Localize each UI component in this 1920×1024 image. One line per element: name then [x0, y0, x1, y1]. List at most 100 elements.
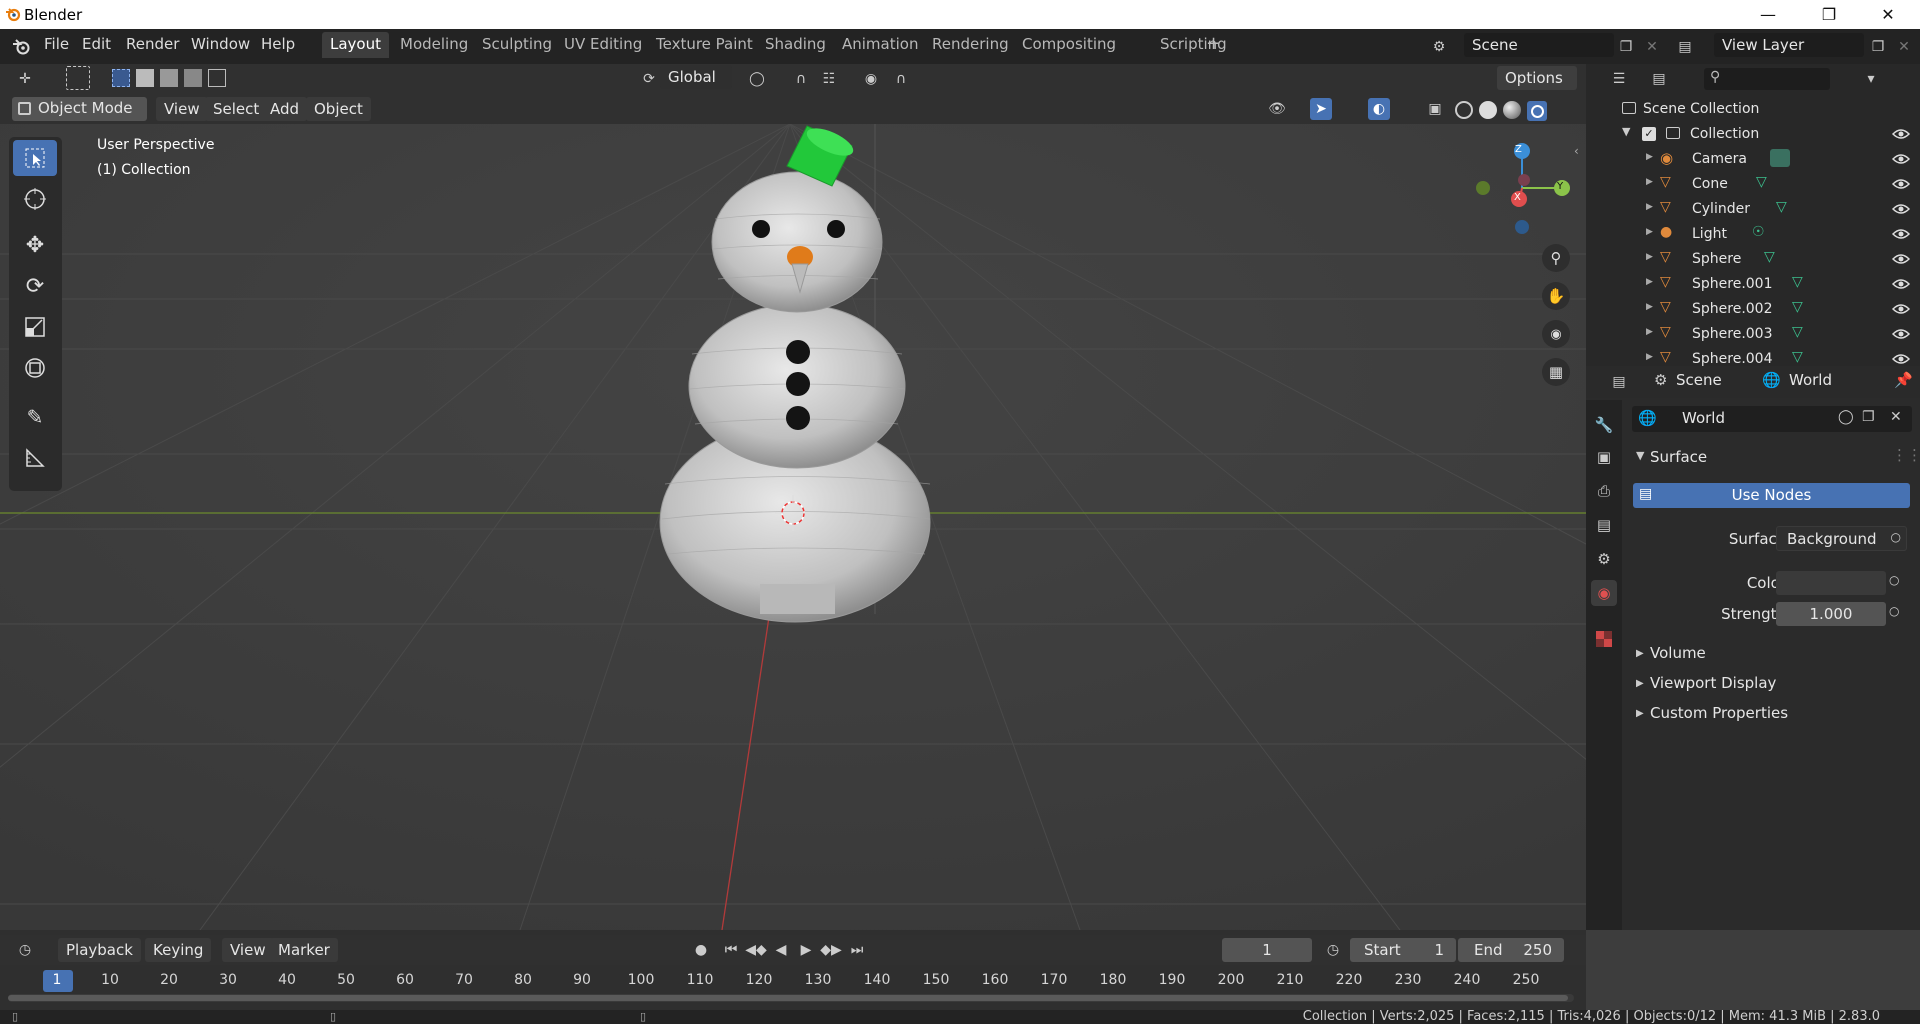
prev-keyframe-icon[interactable]: ◀◆	[745, 939, 767, 961]
scene-tab-icon[interactable]: ⚙	[1591, 546, 1617, 572]
select-mode-new-icon[interactable]	[112, 69, 130, 87]
material-shading-icon[interactable]	[1503, 101, 1521, 119]
breadcrumb-scene[interactable]: Scene	[1676, 371, 1722, 389]
view-layer-icon[interactable]: ▤	[1674, 36, 1696, 58]
collapse-arrow-icon[interactable]: ▼	[1622, 125, 1630, 138]
color-link-icon[interactable]: ○	[1889, 573, 1899, 587]
tab-sculpting[interactable]: Sculpting	[474, 32, 560, 58]
wireframe-shading-icon[interactable]	[1455, 101, 1473, 119]
eye-icon[interactable]	[1892, 326, 1910, 342]
surface-panel-header[interactable]: Surface	[1650, 448, 1707, 466]
proportional-falloff-icon[interactable]: ∩	[890, 68, 912, 90]
cursor-tool-icon[interactable]	[13, 181, 57, 217]
tab-uv-editing[interactable]: UV Editing	[556, 32, 650, 58]
start-frame-field[interactable]: Start 1	[1350, 938, 1456, 962]
world-browse-icon[interactable]: 🌐	[1638, 409, 1657, 427]
outliner-item-cylinder[interactable]: ▶ ▽ Cylinder ▽	[1586, 197, 1920, 222]
camera-view-icon[interactable]: ◉	[1542, 320, 1570, 348]
play-icon[interactable]: ▶	[795, 939, 817, 961]
background-color-swatch[interactable]	[1776, 571, 1886, 595]
unlink-world-icon[interactable]: ✕	[1890, 409, 1902, 425]
menu-render[interactable]: Render	[126, 35, 179, 53]
transform-orientation-dropdown[interactable]: Global	[660, 65, 732, 89]
world-tab-icon[interactable]: ◉	[1591, 580, 1617, 606]
scene-browse-icon[interactable]: ⚙	[1428, 36, 1450, 58]
solid-shading-icon[interactable]	[1479, 101, 1497, 119]
rotate-tool-icon[interactable]: ⟳	[13, 268, 57, 304]
ortho-grid-icon[interactable]: ▦	[1542, 358, 1570, 386]
expand-arrow-icon[interactable]: ▶	[1646, 277, 1653, 287]
tab-modeling[interactable]: Modeling	[392, 32, 476, 58]
outliner-item-sphere-003[interactable]: ▶ ▽ Sphere.003 ▽	[1586, 322, 1920, 347]
measure-tool-icon[interactable]	[13, 440, 57, 476]
eye-icon[interactable]	[1892, 301, 1910, 317]
expand-arrow-icon[interactable]: ▶	[1646, 177, 1653, 187]
use-nodes-button[interactable]: ▤ Use Nodes	[1633, 483, 1910, 508]
outliner-item-sphere-001[interactable]: ▶ ▽ Sphere.001 ▽	[1586, 272, 1920, 297]
blender-menu-icon[interactable]	[12, 38, 32, 56]
delete-view-layer-icon[interactable]: ✕	[1893, 36, 1915, 58]
expand-arrow-icon[interactable]: ▶	[1646, 352, 1653, 362]
pin-icon[interactable]: 📌	[1894, 371, 1913, 389]
expand-arrow-icon[interactable]: ▶	[1646, 252, 1653, 262]
viewport-menu-add[interactable]: Add	[262, 97, 308, 121]
outliner-item-light[interactable]: ▶ ● Light ☉	[1586, 222, 1920, 247]
next-keyframe-icon[interactable]: ◆▶	[820, 939, 842, 961]
3d-viewport[interactable]: Z Y X User Perspective (1) Collection ⚲ …	[0, 124, 1586, 930]
snap-target-icon[interactable]: ☷	[818, 68, 840, 90]
timeline-menu-view[interactable]: View	[222, 938, 274, 962]
sidebar-toggle-icon[interactable]: ‹	[1574, 144, 1579, 158]
volume-panel-arrow-icon[interactable]: ▶	[1636, 648, 1644, 659]
duplicate-world-icon[interactable]: ❐	[1862, 409, 1875, 425]
eye-icon[interactable]	[1892, 226, 1910, 242]
preview-range-icon[interactable]: ◷	[1322, 939, 1344, 961]
viewport-display-panel-header[interactable]: Viewport Display	[1650, 674, 1776, 692]
surface-panel-arrow-icon[interactable]: ▼	[1636, 449, 1644, 462]
add-workspace-button[interactable]: +	[1198, 30, 1229, 56]
timeline-menu-playback[interactable]: Playback	[58, 938, 141, 962]
select-tool-icon[interactable]	[13, 140, 57, 176]
select-box-tool-icon[interactable]	[66, 66, 90, 90]
minimize-button[interactable]: —	[1740, 0, 1796, 29]
expand-arrow-icon[interactable]: ▶	[1646, 152, 1653, 162]
render-tab-icon[interactable]: ▣	[1591, 444, 1617, 470]
viewport-menu-view[interactable]: View	[156, 97, 208, 121]
tab-texture-paint[interactable]: Texture Paint	[648, 32, 761, 58]
texture-tab-icon[interactable]	[1591, 626, 1617, 652]
viewport-display-panel-arrow-icon[interactable]: ▶	[1636, 678, 1644, 689]
eye-icon[interactable]	[1892, 351, 1910, 366]
world-datablock[interactable]: 🌐 World ◯ ❐ ✕	[1632, 406, 1912, 432]
select-mode-invert-icon[interactable]	[184, 69, 202, 87]
rendered-shading-icon[interactable]	[1527, 101, 1547, 121]
eye-icon[interactable]	[1892, 151, 1910, 167]
current-frame-field[interactable]: 1	[1222, 938, 1312, 962]
tab-shading[interactable]: Shading	[757, 32, 834, 58]
scale-tool-icon[interactable]	[13, 309, 57, 345]
restore-button[interactable]: ❐	[1801, 0, 1857, 29]
expand-arrow-icon[interactable]: ▶	[1646, 302, 1653, 312]
outliner-scene-collection[interactable]: Scene Collection	[1586, 97, 1920, 122]
select-mode-subtract-icon[interactable]	[160, 69, 178, 87]
expand-arrow-icon[interactable]: ▶	[1646, 227, 1653, 237]
output-tab-icon[interactable]: ⎙	[1591, 478, 1617, 504]
jump-start-icon[interactable]: ⏮	[720, 939, 742, 961]
surface-shader-dropdown[interactable]: Background ○	[1776, 526, 1907, 551]
editor-type-icon[interactable]: ✛	[14, 68, 36, 90]
outliner-item-camera[interactable]: ▶ ◉ Camera	[1586, 147, 1920, 172]
outliner-editor-type-icon[interactable]: ☰	[1608, 68, 1630, 90]
world-name-field[interactable]: World	[1682, 409, 1725, 427]
custom-properties-panel-header[interactable]: Custom Properties	[1650, 704, 1788, 722]
proportional-edit-icon[interactable]: ◉	[860, 68, 882, 90]
record-icon[interactable]: ●	[690, 939, 712, 961]
outliner-item-sphere[interactable]: ▶ ▽ Sphere ▽	[1586, 247, 1920, 272]
tab-animation[interactable]: Animation	[834, 32, 926, 58]
pivot-point-icon[interactable]: ◯	[746, 68, 768, 90]
menu-file[interactable]: File	[44, 35, 69, 53]
outliner-item-sphere-002[interactable]: ▶ ▽ Sphere.002 ▽	[1586, 297, 1920, 322]
view-layer-selector[interactable]: View Layer	[1714, 33, 1864, 57]
strength-slider[interactable]: 1.000	[1776, 602, 1886, 626]
collection-checkbox[interactable]: ✓	[1642, 127, 1656, 141]
eye-icon[interactable]	[1892, 251, 1910, 267]
delete-scene-icon[interactable]: ✕	[1641, 36, 1663, 58]
strength-link-icon[interactable]: ○	[1889, 604, 1899, 618]
